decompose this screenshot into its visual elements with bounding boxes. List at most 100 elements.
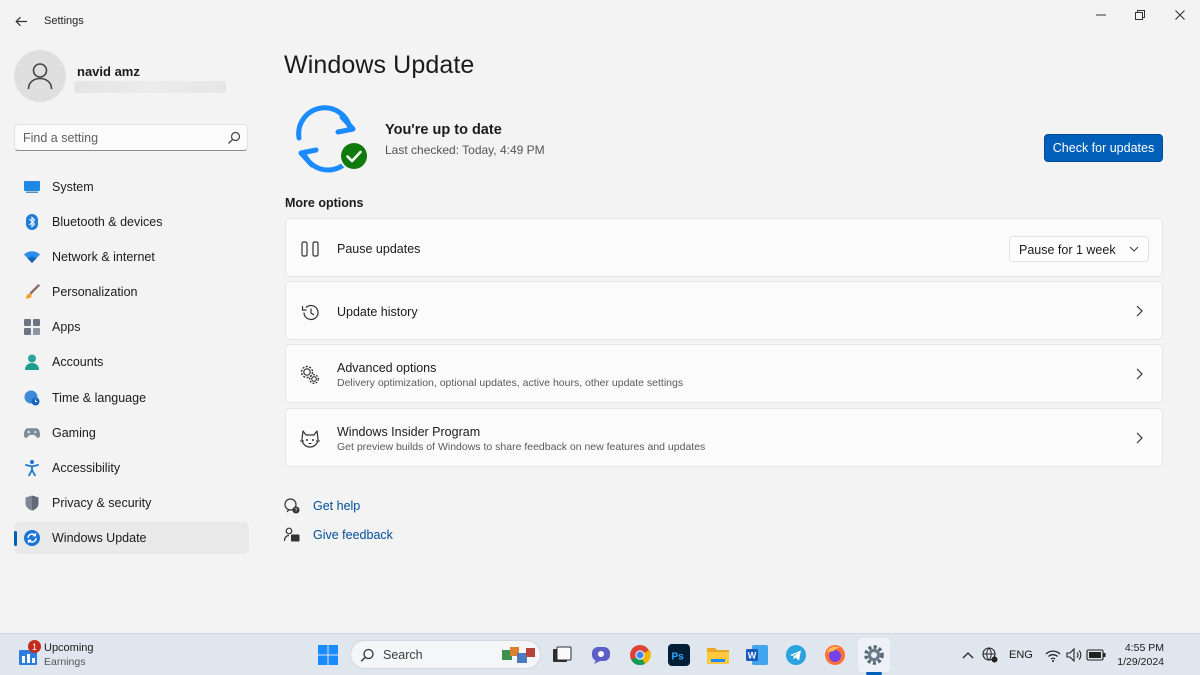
accessibility-icon bbox=[24, 459, 40, 476]
sidebar-item-label: Apps bbox=[52, 320, 81, 335]
card-title: Windows Insider Program bbox=[337, 425, 481, 439]
chevron-right-icon bbox=[1136, 305, 1143, 317]
wifi-icon bbox=[24, 249, 40, 265]
history-icon bbox=[300, 302, 320, 322]
card-title: Advanced options bbox=[337, 361, 437, 375]
update-status-title: You're up to date bbox=[385, 122, 502, 138]
chrome-icon[interactable] bbox=[628, 643, 652, 667]
sidebar-item-accessibility[interactable]: Accessibility bbox=[14, 452, 249, 484]
close-icon bbox=[1175, 10, 1185, 20]
get-help-link[interactable]: Get help bbox=[313, 499, 360, 513]
title-bar: Settings bbox=[0, 0, 1200, 42]
sidebar-item-bluetooth[interactable]: Bluetooth & devices bbox=[14, 206, 249, 238]
task-view-icon[interactable] bbox=[550, 643, 574, 667]
sidebar-item-privacy[interactable]: Privacy & security bbox=[14, 487, 249, 519]
windows-insider-card[interactable]: Windows Insider Program Get preview buil… bbox=[285, 408, 1163, 467]
sidebar-item-time-language[interactable]: Time & language bbox=[14, 382, 249, 414]
windows-update-icon bbox=[24, 529, 40, 546]
gamepad-icon bbox=[24, 425, 40, 441]
brush-icon bbox=[24, 284, 40, 300]
sidebar-item-label: Accessibility bbox=[52, 460, 121, 475]
sidebar-item-label: Personalization bbox=[52, 285, 138, 300]
update-sync-check-icon bbox=[296, 105, 369, 173]
settings-icon[interactable] bbox=[862, 643, 886, 667]
sidebar-item-label: Gaming bbox=[52, 425, 96, 440]
pause-duration-value: Pause for 1 week bbox=[1019, 243, 1116, 257]
widget-title: Upcoming bbox=[44, 642, 94, 654]
photoshop-icon[interactable]: Ps bbox=[667, 643, 691, 667]
app-title: Settings bbox=[44, 15, 84, 27]
shield-icon bbox=[24, 495, 40, 511]
pause-updates-card: Pause updates Pause for 1 week bbox=[285, 218, 1163, 277]
search-icon[interactable] bbox=[227, 131, 241, 145]
chevron-down-icon bbox=[1129, 246, 1139, 252]
file-explorer-icon[interactable] bbox=[706, 643, 730, 667]
help-chat-icon: ? bbox=[284, 498, 300, 514]
word-icon[interactable]: W bbox=[745, 643, 769, 667]
sidebar-item-apps[interactable]: Apps bbox=[14, 311, 249, 343]
insider-cat-icon bbox=[300, 429, 320, 449]
back-button[interactable] bbox=[10, 11, 32, 31]
restore-button[interactable] bbox=[1125, 6, 1155, 24]
firefox-icon[interactable] bbox=[823, 643, 847, 667]
sidebar-item-label: Time & language bbox=[52, 390, 147, 405]
sidebar-item-label: Network & internet bbox=[52, 250, 155, 265]
search-icon bbox=[360, 648, 374, 662]
minimize-button[interactable] bbox=[1086, 6, 1116, 24]
restore-icon bbox=[1135, 10, 1145, 20]
feedback-icon bbox=[284, 527, 300, 542]
advanced-options-card[interactable]: Advanced options Delivery optimization, … bbox=[285, 344, 1163, 403]
card-subtitle: Get preview builds of Windows to share f… bbox=[337, 441, 706, 453]
taskbar-search[interactable]: Search bbox=[350, 640, 541, 669]
globe-clock-icon bbox=[24, 390, 40, 406]
card-title: Pause updates bbox=[337, 242, 421, 256]
chevron-up-icon[interactable] bbox=[956, 643, 980, 667]
sidebar-item-network[interactable]: Network & internet bbox=[14, 241, 249, 273]
minimize-icon bbox=[1096, 14, 1106, 16]
sidebar-item-personalization[interactable]: Personalization bbox=[14, 276, 249, 308]
update-history-card[interactable]: Update history bbox=[285, 281, 1163, 340]
svg-text:Ps: Ps bbox=[672, 652, 685, 663]
telegram-icon[interactable] bbox=[784, 643, 808, 667]
clock-time[interactable]: 4:55 PM bbox=[1124, 642, 1164, 654]
settings-search-input[interactable] bbox=[23, 130, 213, 146]
sidebar-item-label: System bbox=[52, 180, 94, 194]
back-arrow-icon bbox=[14, 16, 27, 26]
sidebar-item-label: Bluetooth & devices bbox=[52, 215, 163, 230]
sidebar-item-gaming[interactable]: Gaming bbox=[14, 417, 249, 449]
sidebar-item-windows-update[interactable]: Windows Update bbox=[14, 521, 249, 554]
sidebar-item-label: Privacy & security bbox=[52, 495, 152, 510]
card-subtitle: Delivery optimization, optional updates,… bbox=[337, 377, 684, 389]
sidebar-item-accounts[interactable]: Accounts bbox=[14, 346, 249, 378]
chat-icon[interactable] bbox=[589, 643, 613, 667]
sidebar-item-label: Windows Update bbox=[52, 530, 147, 545]
battery-icon[interactable] bbox=[1084, 643, 1108, 667]
settings-search-box[interactable] bbox=[14, 124, 248, 151]
user-icon bbox=[27, 63, 53, 90]
close-button[interactable] bbox=[1165, 6, 1195, 24]
chevron-right-icon bbox=[1136, 368, 1143, 380]
apps-icon bbox=[24, 319, 40, 336]
user-name: navid amz bbox=[77, 64, 140, 79]
blurred-user-email bbox=[74, 81, 226, 93]
avatar[interactable] bbox=[14, 50, 66, 102]
notification-badge: 1 bbox=[28, 640, 41, 653]
give-feedback-link[interactable]: Give feedback bbox=[313, 528, 393, 542]
system-icon bbox=[24, 179, 40, 195]
start-icon[interactable] bbox=[316, 643, 340, 667]
clock-date[interactable]: 1/29/2024 bbox=[1110, 656, 1164, 668]
sidebar-item-system[interactable]: System bbox=[14, 171, 249, 203]
check-for-updates-button[interactable]: Check for updates bbox=[1044, 134, 1163, 162]
gears-icon bbox=[300, 365, 320, 385]
widget-subtitle: Earnings bbox=[44, 656, 86, 668]
language-indicator[interactable]: ENG bbox=[1009, 649, 1033, 661]
chevron-right-icon bbox=[1136, 432, 1143, 444]
volume-icon[interactable] bbox=[1062, 643, 1086, 667]
network-globe-icon[interactable] bbox=[978, 643, 1002, 667]
more-options-heading: More options bbox=[285, 196, 364, 210]
taskbar: 1 Upcoming Earnings Search Ps W ENG 4:55… bbox=[0, 633, 1200, 675]
svg-text:W: W bbox=[748, 651, 757, 661]
pause-duration-dropdown[interactable]: Pause for 1 week bbox=[1009, 236, 1149, 262]
page-title: Windows Update bbox=[284, 51, 475, 79]
last-checked-text: Last checked: Today, 4:49 PM bbox=[385, 143, 545, 157]
